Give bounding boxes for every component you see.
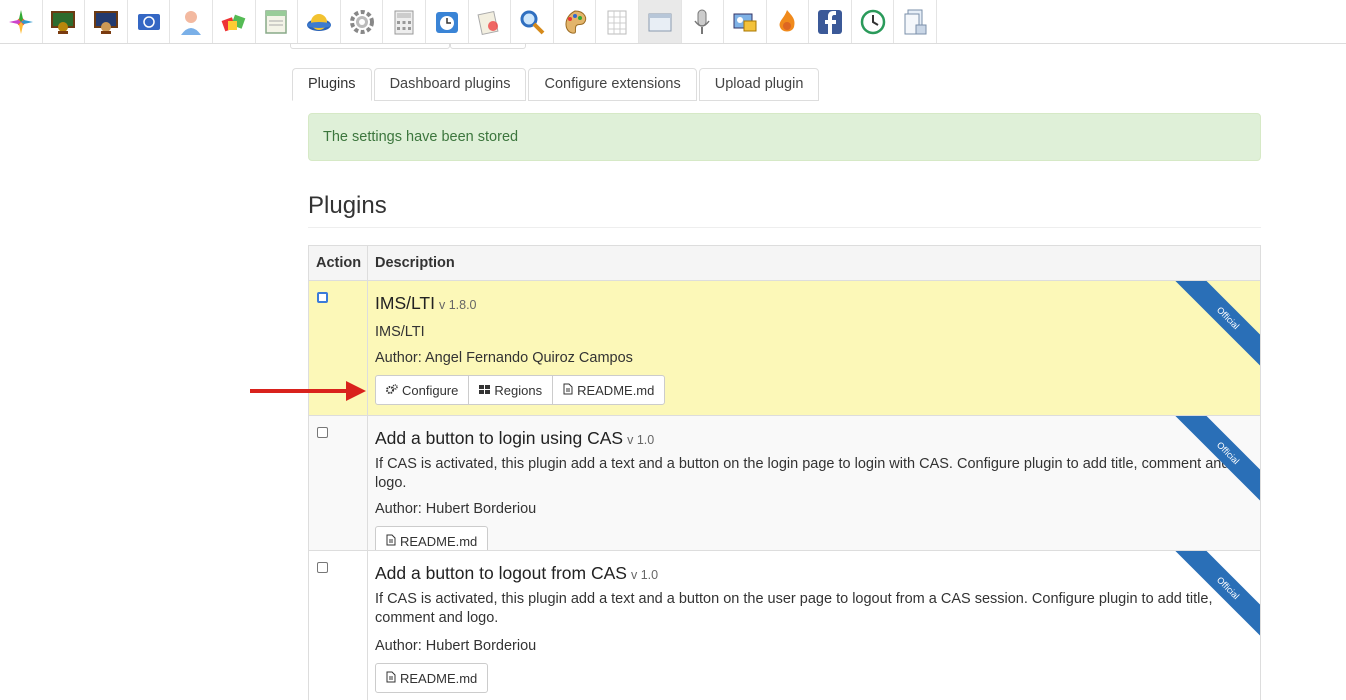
plugin-name: IMS/LTI [375, 293, 435, 313]
column-header-description: Description [375, 255, 455, 271]
title-divider [308, 227, 1261, 228]
window-icon[interactable] [638, 0, 682, 43]
teacher-board-icon[interactable] [85, 0, 128, 43]
plugin-author: Author: Hubert Borderiou [375, 501, 537, 517]
tab-dashboard-plugins[interactable]: Dashboard plugins [373, 68, 527, 101]
file-text-icon [386, 671, 396, 686]
hidden-control [450, 44, 526, 49]
plugin-version: v 1.0 [630, 568, 659, 582]
globe-flag-icon[interactable] [128, 0, 171, 43]
plugins-table: Action Description IMS/LTI v 1.8.0 IMS/LT… [308, 245, 1261, 700]
toolbar-divider [0, 43, 1346, 44]
gift-boxes-icon[interactable] [213, 0, 256, 43]
plugin-name: Add a button to login using CAS [375, 428, 624, 448]
fire-badge-icon[interactable] [767, 0, 810, 43]
clock-icon[interactable] [852, 0, 895, 43]
plugin-author: Author: Angel Fernando Quiroz Campos [375, 350, 633, 366]
table-row: IMS/LTI v 1.8.0 IMS/LTI Author: Angel Fer… [309, 281, 1260, 416]
facebook-icon[interactable] [809, 0, 852, 43]
document-stack-icon[interactable] [894, 0, 938, 43]
calculator-icon[interactable] [383, 0, 426, 43]
plugin-tabs: Plugins Dashboard plugins Configure exte… [292, 68, 821, 101]
plugin-checkbox[interactable] [317, 562, 328, 573]
magnifier-icon[interactable] [511, 0, 554, 43]
usb-mic-icon[interactable] [682, 0, 725, 43]
id-card-icon[interactable] [724, 0, 767, 43]
file-text-icon [563, 383, 573, 398]
disk-icon[interactable] [298, 0, 341, 43]
gear-icon[interactable] [341, 0, 384, 43]
file-text-icon [386, 534, 396, 549]
success-alert: The settings have been stored [308, 113, 1261, 161]
plugin-actions: README.md [375, 526, 489, 550]
course-board-icon[interactable] [43, 0, 86, 43]
hidden-control [290, 44, 450, 49]
th-large-icon [479, 383, 491, 398]
chamilo-logo-icon[interactable] [0, 0, 43, 43]
search-doc-icon[interactable] [469, 0, 512, 43]
admin-toolbar [0, 0, 938, 43]
user-icon[interactable] [170, 0, 213, 43]
plugin-name: Add a button to logout from CAS [375, 563, 627, 583]
table-header: Action Description [309, 246, 1260, 281]
tab-configure-extensions[interactable]: Configure extensions [528, 68, 697, 101]
plugin-checkbox[interactable] [317, 427, 328, 438]
plugin-author: Author: Hubert Borderiou [375, 638, 537, 654]
column-header-action: Action [309, 246, 368, 280]
page-title: Plugins [308, 192, 387, 219]
tab-upload-plugin[interactable]: Upload plugin [698, 68, 820, 101]
table-row: Add a button to login using CAS v 1.0 If … [309, 416, 1260, 551]
readme-button[interactable]: README.md [553, 376, 664, 404]
plugin-checkbox[interactable] [317, 292, 328, 303]
plugin-description: If CAS is activated, this plugin add a t… [375, 591, 1213, 626]
plugin-version: v 1.0 [627, 433, 655, 447]
plugin-description: If CAS is activated, this plugin add a t… [375, 456, 1230, 491]
configure-button[interactable]: Configure [376, 376, 470, 404]
browser-window-icon[interactable] [256, 0, 299, 43]
agenda-clock-icon[interactable] [426, 0, 469, 43]
plugin-version: v 1.8.0 [438, 298, 477, 312]
plugin-actions: README.md [375, 663, 489, 693]
readme-button[interactable]: README.md [376, 527, 487, 550]
regions-button[interactable]: Regions [469, 376, 554, 404]
table-row: Add a button to logout from CAS v 1.0 If … [309, 551, 1260, 700]
grid-doc-icon[interactable] [596, 0, 639, 43]
readme-button[interactable]: README.md [376, 664, 487, 692]
tab-plugins[interactable]: Plugins [292, 68, 372, 101]
red-arrow-icon [250, 381, 366, 401]
cogs-icon [386, 383, 398, 398]
palette-icon[interactable] [554, 0, 597, 43]
plugin-description: IMS/LTI [375, 324, 425, 340]
plugin-actions: Configure Regions README.md [375, 375, 666, 405]
